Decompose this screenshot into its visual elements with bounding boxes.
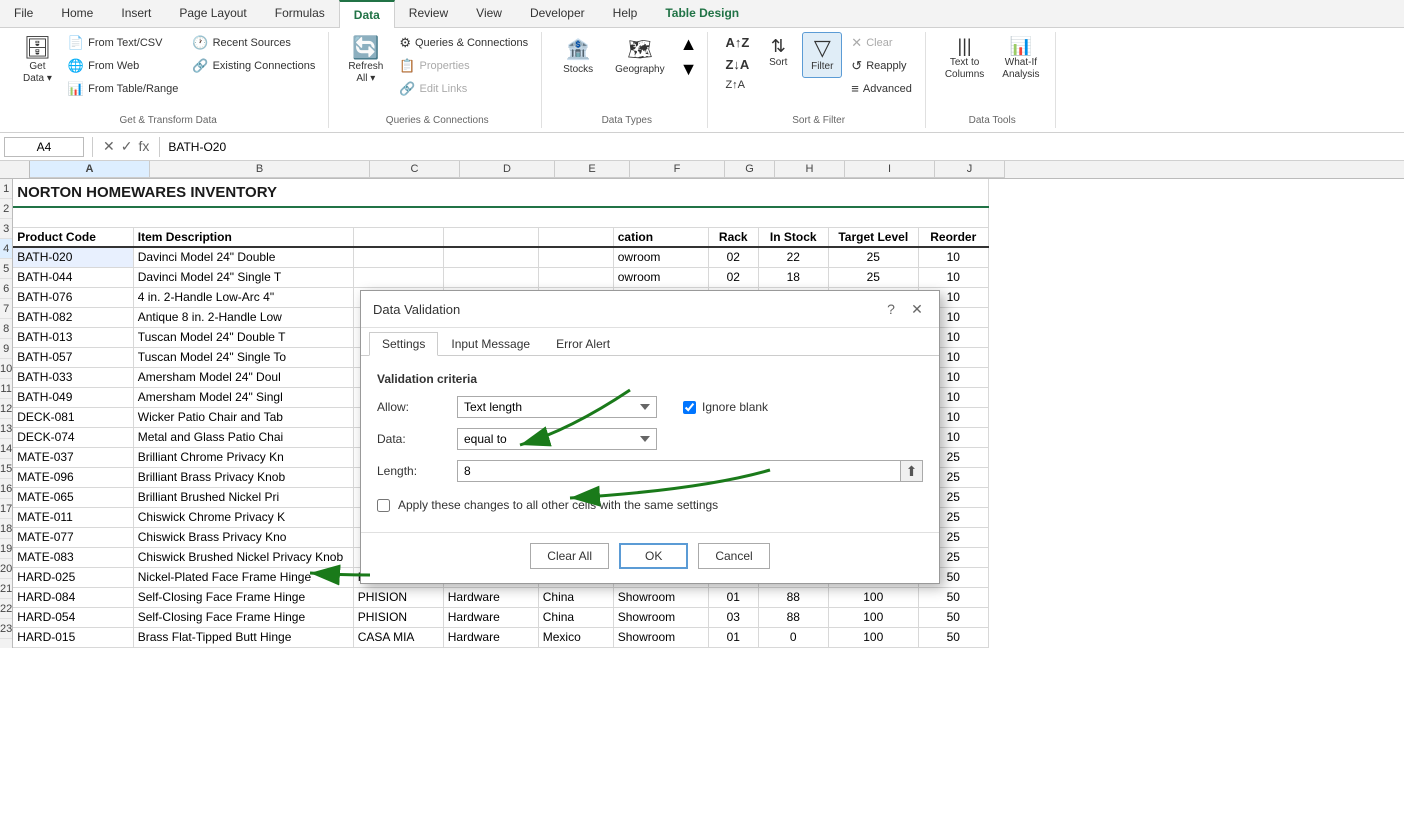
dialog-title-bar: Data Validation ? ✕ <box>361 291 939 328</box>
data-row: Data: between not between equal to not e… <box>377 428 923 450</box>
ok-button[interactable]: OK <box>619 543 688 569</box>
allow-select[interactable]: Any value Whole number Decimal List Date… <box>457 396 657 418</box>
ignore-blank-checkbox[interactable] <box>683 401 696 414</box>
validation-criteria-label: Validation criteria <box>377 372 923 386</box>
apply-all-checkbox[interactable] <box>377 499 390 512</box>
apply-row: Apply these changes to all other cells w… <box>377 498 923 512</box>
cancel-button[interactable]: Cancel <box>698 543 769 569</box>
dialog-body: Validation criteria Allow: Any value Who… <box>361 356 939 528</box>
length-picker-button[interactable]: ⬆ <box>900 461 922 481</box>
apply-all-label: Apply these changes to all other cells w… <box>398 498 718 512</box>
length-label: Length: <box>377 464 447 478</box>
dialog-overlay: Data Validation ? ✕ Settings Input Messa… <box>0 0 1404 813</box>
allow-row: Allow: Any value Whole number Decimal Li… <box>377 396 923 418</box>
dialog-tab-input-message[interactable]: Input Message <box>438 332 543 355</box>
dialog-title-icons: ? ✕ <box>881 299 927 319</box>
data-validation-dialog: Data Validation ? ✕ Settings Input Messa… <box>360 290 940 584</box>
length-input[interactable]: 8 <box>458 461 900 481</box>
dialog-tabs: Settings Input Message Error Alert <box>361 328 939 356</box>
data-select[interactable]: between not between equal to not equal t… <box>457 428 657 450</box>
dialog-footer: Clear All OK Cancel <box>361 532 939 583</box>
ignore-blank-label: Ignore blank <box>702 400 768 414</box>
allow-label: Allow: <box>377 400 447 414</box>
dialog-tab-error-alert[interactable]: Error Alert <box>543 332 623 355</box>
length-input-wrap: 8 ⬆ <box>457 460 923 482</box>
dialog-help-icon[interactable]: ? <box>881 299 901 319</box>
data-label: Data: <box>377 432 447 446</box>
length-row: Length: 8 ⬆ <box>377 460 923 482</box>
dialog-close-icon[interactable]: ✕ <box>907 299 927 319</box>
dialog-tab-settings[interactable]: Settings <box>369 332 438 356</box>
dialog-title: Data Validation <box>373 302 460 317</box>
clear-all-button[interactable]: Clear All <box>530 543 609 569</box>
